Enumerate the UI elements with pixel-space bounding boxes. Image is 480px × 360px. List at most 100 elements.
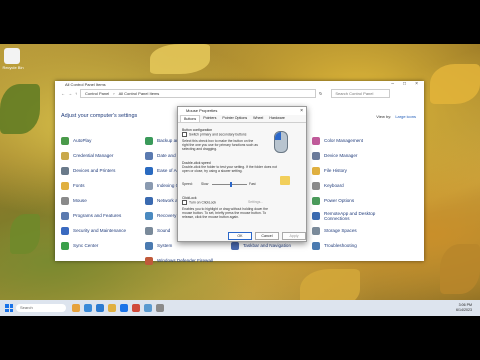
close-icon[interactable]: ×: [415, 81, 418, 88]
clicklock-checkbox[interactable]: Turn on ClickLock Settings...: [182, 200, 294, 205]
tab-wheel[interactable]: Wheel: [250, 115, 266, 122]
settings-button[interactable]: Settings...: [248, 200, 263, 204]
checkbox-icon[interactable]: [182, 132, 187, 137]
color-management-icon: [312, 136, 320, 145]
view-by-label: View by:: [376, 114, 392, 119]
view-by: View by: Large icons: [376, 114, 416, 119]
minimize-icon[interactable]: –: [391, 81, 394, 88]
cp-item[interactable]: Power Options: [312, 193, 382, 208]
firewall-icon: [145, 256, 153, 265]
cancel-button[interactable]: Cancel: [255, 232, 279, 240]
apply-button[interactable]: Apply: [282, 232, 306, 240]
slider-thumb[interactable]: [229, 182, 232, 187]
file-explorer-icon[interactable]: [108, 304, 116, 312]
navigation-bar: ← → ↑ Control Panel › All Control Panel …: [55, 88, 424, 99]
checkbox-icon[interactable]: [182, 200, 187, 205]
tab-pointers[interactable]: Pointers: [200, 115, 219, 122]
button-configuration-group: Button configuration Switch primary and …: [182, 128, 260, 151]
back-arrow-icon[interactable]: ←: [61, 91, 65, 96]
cp-item[interactable]: Security and Maintenance: [61, 223, 126, 238]
clock-icon: [145, 151, 153, 160]
clock-time: 3:06 PM: [458, 303, 472, 307]
window-title: All Control Panel Items: [65, 82, 106, 87]
fast-label: Fast: [249, 182, 256, 186]
chrome-icon[interactable]: [132, 304, 140, 312]
network-icon: [145, 196, 153, 205]
edge-browser-icon[interactable]: [96, 304, 104, 312]
items-column-1: AutoPlay Credential Manager Devices and …: [61, 133, 126, 253]
switch-buttons-checkbox[interactable]: Switch primary and secondary buttons: [182, 132, 260, 137]
cp-item[interactable]: Credential Manager: [61, 148, 126, 163]
cp-item[interactable]: Devices and Printers: [61, 163, 126, 178]
dialog-title: Mouse Properties: [186, 108, 218, 113]
cp-item[interactable]: Windows Defender Firewall: [145, 253, 225, 268]
store-icon[interactable]: [120, 304, 128, 312]
mouse-icon: [61, 196, 69, 205]
tab-hardware[interactable]: Hardware: [266, 115, 288, 122]
dialog-buttons: OK Cancel Apply: [228, 232, 476, 357]
taskbar-search-input[interactable]: Search: [16, 304, 66, 312]
autoplay-icon: [61, 136, 69, 145]
double-click-speed-slider[interactable]: [212, 182, 247, 187]
window-titlebar: All Control Panel Items – □ ×: [55, 81, 424, 88]
close-icon[interactable]: ×: [300, 107, 303, 115]
taskbar: Search 3:06 PM 6/14/2023: [0, 300, 480, 316]
programs-icon: [61, 211, 69, 220]
cp-item[interactable]: RemoteApp and Desktop Connections: [312, 208, 382, 223]
cp-item[interactable]: Mouse: [61, 193, 126, 208]
cp-item[interactable]: AutoPlay: [61, 133, 126, 148]
address-bar[interactable]: Control Panel › All Control Panel Items: [80, 89, 316, 98]
ok-button[interactable]: OK: [228, 232, 252, 240]
page-heading: Adjust your computer's settings: [61, 113, 138, 119]
clicklock-group: ClickLock Turn on ClickLock Settings... E…: [182, 196, 294, 219]
test-folder-icon[interactable]: [280, 176, 290, 185]
cp-item[interactable]: Device Manager: [312, 148, 382, 163]
folder-icon[interactable]: [72, 304, 80, 312]
switch-buttons-description: Select this check box to make the button…: [182, 139, 258, 151]
recycle-bin-label: Recycle Bin: [2, 65, 24, 70]
cp-item[interactable]: Programs and Features: [61, 208, 126, 223]
credential-manager-icon: [61, 151, 69, 160]
search-input[interactable]: Search Control Panel: [331, 89, 391, 98]
keyboard-icon: [312, 181, 320, 190]
breadcrumb-item[interactable]: All Control Panel Items: [119, 91, 160, 96]
video-frame: Recycle Bin All Control Panel Items – □ …: [0, 0, 480, 360]
cp-item[interactable]: Sync Center: [61, 238, 126, 253]
clock-date: 6/14/2023: [456, 307, 472, 312]
dialog-titlebar: Mouse Properties ×: [178, 107, 306, 115]
tab-pointer-options[interactable]: Pointer Options: [219, 115, 250, 122]
breadcrumb-item[interactable]: Control Panel: [85, 91, 109, 96]
sound-icon: [145, 226, 153, 235]
mouse-illustration-icon: [274, 131, 288, 153]
start-windows-icon[interactable]: [5, 304, 13, 312]
maximize-icon[interactable]: □: [403, 81, 406, 88]
speed-label: Speed:: [182, 182, 193, 186]
clicklock-description: Enables you to highlight or drag without…: [182, 207, 268, 219]
task-view-icon[interactable]: [84, 304, 92, 312]
devices-printers-icon: [61, 166, 69, 175]
device-manager-icon: [312, 151, 320, 160]
security-flag-icon: [61, 226, 69, 235]
system-icon: [145, 241, 153, 250]
forward-arrow-icon[interactable]: →: [68, 91, 72, 96]
double-click-speed-group: Double-click speed Double-click the fold…: [182, 161, 278, 173]
ease-of-access-icon: [145, 166, 153, 175]
control-panel-icon[interactable]: [156, 304, 164, 312]
cp-item[interactable]: File History: [312, 163, 382, 178]
taskbar-pinned-apps: [72, 304, 164, 312]
breadcrumb-separator-icon: ›: [113, 91, 115, 96]
indexing-icon: [145, 181, 153, 190]
slow-label: Slow: [201, 182, 209, 186]
system-tray-clock[interactable]: 3:06 PM 6/14/2023: [456, 303, 472, 312]
cp-item[interactable]: Color Management: [312, 133, 382, 148]
settings-gear-icon[interactable]: [144, 304, 152, 312]
cp-item[interactable]: Keyboard: [312, 178, 382, 193]
remoteapp-icon: [312, 211, 320, 220]
dialog-tabs: Buttons Pointers Pointer Options Wheel H…: [178, 115, 306, 123]
up-arrow-icon[interactable]: ↑: [75, 91, 77, 96]
view-by-dropdown[interactable]: Large icons: [395, 114, 416, 119]
sync-center-icon: [61, 241, 69, 250]
refresh-icon[interactable]: ↻: [319, 91, 322, 96]
cp-item[interactable]: Fonts: [61, 178, 126, 193]
tab-buttons[interactable]: Buttons: [180, 115, 201, 122]
